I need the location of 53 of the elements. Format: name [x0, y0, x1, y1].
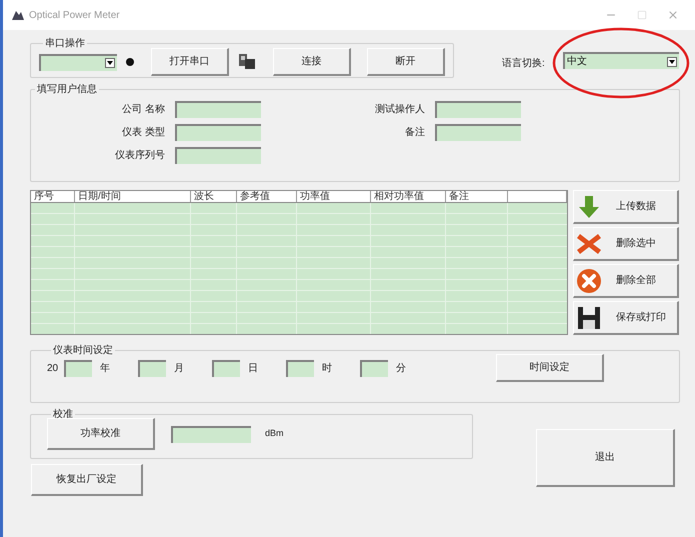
- unit-label: 日: [248, 362, 258, 376]
- app-icon: [11, 9, 25, 21]
- column-header[interactable]: 波长: [191, 191, 237, 202]
- dropdown-arrow-icon: [105, 58, 115, 68]
- column-header[interactable]: 参考值: [237, 191, 297, 202]
- group-title: 串口操作: [44, 36, 86, 51]
- connect-button[interactable]: 连接: [273, 48, 351, 76]
- cross-icon: [576, 232, 602, 256]
- group-title: 填写用户信息: [36, 82, 98, 97]
- field-label: 公司 名称: [122, 103, 165, 117]
- input-field[interactable]: [435, 124, 521, 141]
- input-field[interactable]: [138, 360, 166, 376]
- dropdown-arrow-icon: [666, 56, 677, 66]
- input-field[interactable]: [175, 124, 261, 141]
- field-label: 测试操作人: [375, 102, 425, 117]
- port-dropdown[interactable]: [39, 54, 117, 70]
- calibrate-button[interactable]: 功率校准: [47, 418, 155, 450]
- action-button[interactable]: 删除选中: [573, 227, 679, 261]
- unit-label: 时: [322, 362, 332, 376]
- field-label: 备注: [405, 126, 425, 140]
- column-header[interactable]: 日期/时间: [75, 191, 191, 202]
- close-icon[interactable]: [667, 9, 679, 21]
- input-field[interactable]: [212, 360, 240, 376]
- input-field[interactable]: [64, 360, 92, 376]
- input-field[interactable]: [171, 426, 251, 442]
- devices-icon: [237, 52, 257, 72]
- unit-label: dBm: [265, 427, 284, 440]
- action-button[interactable]: 保存或打印: [573, 301, 679, 335]
- language-label: 语言切换:: [502, 56, 545, 71]
- input-field[interactable]: [435, 101, 521, 118]
- unit-label: 月: [174, 362, 184, 376]
- status-dot-icon: [125, 57, 135, 67]
- input-field[interactable]: [286, 360, 314, 376]
- language-dropdown[interactable]: 中文: [562, 52, 679, 69]
- set-time-button[interactable]: 时间设定: [496, 354, 604, 382]
- disconnect-button[interactable]: 断开: [367, 48, 445, 76]
- action-button[interactable]: 删除全部: [573, 264, 679, 298]
- field-label: 仪表序列号: [115, 148, 165, 163]
- down-arrow-icon: [576, 194, 602, 220]
- restore-button[interactable]: 恢复出厂设定: [31, 464, 143, 496]
- input-field[interactable]: [175, 101, 261, 118]
- input-field[interactable]: [360, 360, 388, 376]
- window-title: Optical Power Meter: [29, 8, 120, 22]
- action-button[interactable]: 上传数据: [573, 190, 679, 224]
- cancel-circle-icon: [576, 268, 602, 294]
- unit-label: 分: [396, 362, 406, 376]
- input-field[interactable]: [175, 147, 261, 164]
- exit-button[interactable]: 退出: [536, 429, 675, 487]
- group-title: 仪表时间设定: [52, 344, 114, 358]
- field-label: 仪表 类型: [122, 126, 165, 140]
- year-prefix: 20: [47, 362, 58, 376]
- open-port-button[interactable]: 打开串口: [151, 48, 229, 76]
- unit-label: 年: [100, 362, 110, 376]
